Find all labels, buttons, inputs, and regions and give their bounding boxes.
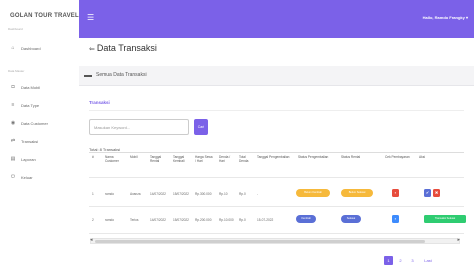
table-header-cell: Harga Sewa / Hari [195,155,213,164]
row-cell: Rp.10 [219,192,228,196]
row-divider [89,206,464,207]
status-badge: Kembali [296,215,316,223]
status-badge: Selesai [341,215,361,223]
card-header-bar [84,75,92,77]
row-cell: ramdo [105,218,115,222]
row-cell: Rp.200.000 [195,218,212,222]
sidebar-item-data-customer[interactable]: ◉ Data Customer [10,119,48,127]
scrollbar-thumb[interactable] [95,240,425,243]
row-cell: 15-07-2022 [257,218,274,222]
sidebar: GOLAN TOUR TRAVEL Dashboard ⌂ Dashboard D… [0,0,79,266]
table-header-cell: Mobil [130,155,138,159]
row-cell: - [257,192,259,196]
check-payment-button[interactable]: ▪ [392,215,399,223]
row-cell: Rp.0 [239,192,246,196]
search-input[interactable]: Masukan Keyword... [89,119,189,135]
table-header-cell: Tanggal Kembali [173,155,185,164]
table-header-cell: Tanggal Rental [150,155,162,164]
status-badge: Belum Kembali [296,189,330,197]
card-header: Semua Data Transaksi [79,66,474,86]
card-title: Semua Data Transaksi [96,72,147,78]
section-label: Transaksi [89,100,110,105]
transfer-icon: ⇄ [10,138,16,144]
user-menu[interactable]: Hallo, Ramdo Frangky ▾ [423,15,468,20]
row-cell: 1 [92,192,94,196]
search-button[interactable]: Cari [194,119,208,135]
row-divider [89,233,464,234]
sidebar-heading-data-master: Data Master [8,69,25,73]
sidebar-item-label: Data Customer [21,120,48,126]
row-cell: 14/07/2022 [150,218,166,222]
sidebar-item-data-type[interactable]: ≡ Data Type [10,101,40,109]
sidebar-item-label: Dashboard [21,45,41,51]
transaction-done-badge: Transaksi Selesai [424,215,466,223]
sidebar-item-laporan[interactable]: ▤ Laporan [10,155,36,163]
sidebar-heading-dashboard: Dashboard [8,27,23,31]
sidebar-item-transaksi[interactable]: ⇄ Transaksi [10,137,38,145]
sidebar-item-label: Data Type [21,102,40,108]
users-icon: ◉ [10,120,16,126]
table-header-cell: Aksi [419,155,426,159]
page-link-last[interactable]: Last [421,256,435,265]
list-icon: ≡ [11,102,15,108]
row-cell: 14/07/2022 [150,192,166,196]
confirm-button[interactable]: ✔ [424,189,431,197]
table-header-cell: Total Denda [239,155,249,164]
report-icon: ▤ [10,156,16,162]
sidebar-item-data-mobil[interactable]: ◘ Data Mobil [10,83,40,91]
page-link[interactable]: 1 [384,256,393,265]
delete-button[interactable]: ✖ [433,189,440,197]
home-icon: ⌂ [11,45,15,51]
scroll-right-icon[interactable]: ▸ [457,237,460,243]
sidebar-item-keluar[interactable]: ⏻ Keluar [10,173,33,181]
hamburger-icon[interactable]: ☰ [87,13,94,22]
top-navbar: ☰ Hallo, Ramdo Frangky ▾ [79,0,474,38]
divider [89,110,464,111]
check-payment-button[interactable]: ▪ [392,189,399,197]
row-cell: 15/07/2022 [173,218,189,222]
row-cell: 2 [92,218,94,222]
row-cell: Rp.10.000 [219,218,234,222]
car-icon: ◘ [11,84,15,90]
table-header-cell: # [92,155,94,159]
sidebar-item-label: Laporan [21,156,36,162]
transaction-card: Semua Data Transaksi Transaksi Masukan K… [79,66,474,266]
brand-logo[interactable]: GOLAN TOUR TRAVEL [10,13,79,19]
table-header-cell: Status Pengembalian [298,155,329,159]
scroll-left-icon[interactable]: ◂ [90,237,93,243]
row-divider [89,177,464,178]
back-arrow-icon[interactable]: ⇐ [89,46,95,53]
page-link[interactable]: 3 [408,256,417,265]
page-title-text: Data Transaksi [96,43,157,53]
table-header-cell: Status Rental [341,155,361,159]
sidebar-item-label: Keluar [21,174,33,180]
row-cell: ramdo [105,192,115,196]
page-title: ⇐ Data Transaksi [89,43,157,53]
row-cell: Terios [130,218,139,222]
row-cell: 15/07/2022 [173,192,189,196]
table-header-divider [89,152,464,153]
page-link[interactable]: 2 [396,256,405,265]
row-cell: Rp.0 [239,218,246,222]
status-badge: Belum Selesai [341,189,373,197]
power-icon: ⏻ [11,174,15,180]
table-header-cell: Tanggal Pengembalian [257,155,290,159]
row-cell: Avanza [130,192,141,196]
row-cell: Rp.300.000 [195,192,212,196]
sidebar-item-label: Transaksi [21,138,39,144]
sidebar-item-dashboard[interactable]: ⌂ Dashboard [10,44,41,52]
table-header-cell: Denda / Hari [219,155,231,164]
horizontal-scrollbar[interactable]: ◂ ▸ [90,237,460,244]
table-header-cell: Nama Customer [105,155,119,164]
sidebar-item-label: Data Mobil [21,84,41,90]
table-header-cell: Cek Pembayaran [385,155,410,159]
